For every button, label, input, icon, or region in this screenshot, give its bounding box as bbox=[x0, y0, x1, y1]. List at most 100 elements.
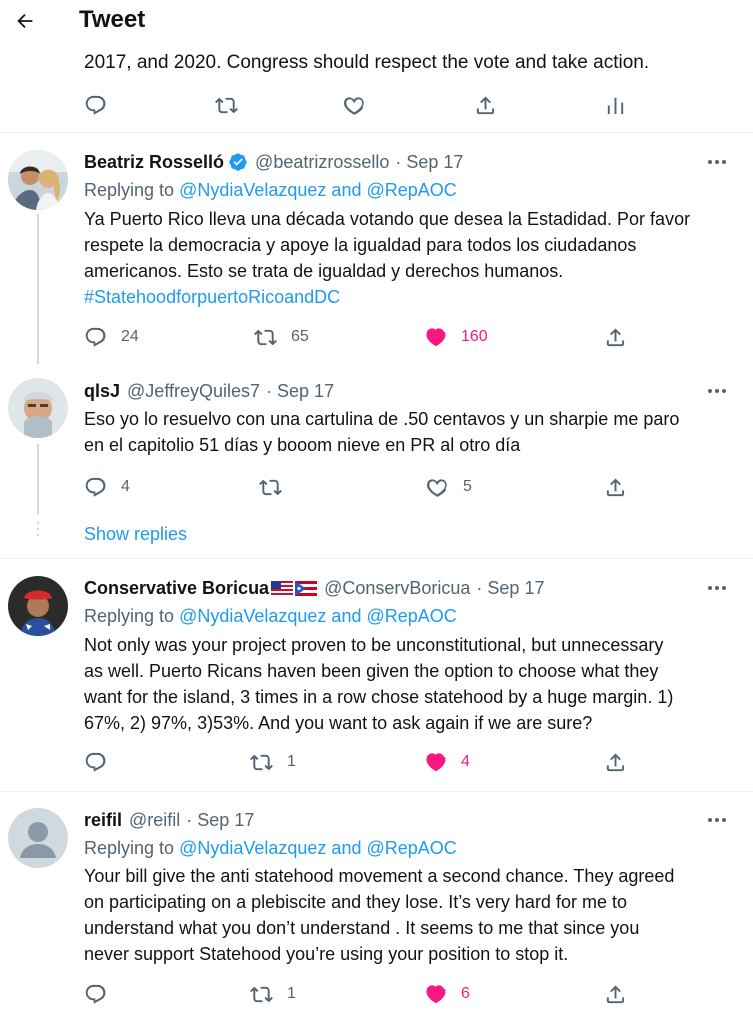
replying-to-label: Replying to bbox=[84, 838, 175, 858]
retweet-count: 65 bbox=[291, 328, 309, 345]
analytics-button[interactable] bbox=[604, 90, 627, 120]
retweet-icon bbox=[250, 754, 273, 770]
verified-icon bbox=[229, 153, 247, 171]
replying-to-link[interactable]: @NydiaVelazquez and @RepAOC bbox=[179, 180, 457, 200]
retweet-button[interactable]: 65 bbox=[254, 322, 309, 352]
reply-text-line: never support Statehood you’re using you… bbox=[84, 944, 569, 964]
like-button[interactable]: 160 bbox=[424, 322, 488, 352]
avatar[interactable] bbox=[8, 576, 68, 636]
retweet-icon bbox=[254, 329, 277, 345]
avatar[interactable] bbox=[8, 808, 68, 868]
handle[interactable]: @ConservBoricua bbox=[324, 576, 470, 600]
timestamp[interactable]: · Sep 17 bbox=[476, 576, 544, 600]
main-tweet-actions bbox=[84, 90, 629, 120]
retweet-icon bbox=[250, 986, 273, 1002]
like-count: 6 bbox=[461, 985, 470, 1002]
timestamp[interactable]: · Sep 17 bbox=[395, 150, 463, 174]
reply-text: Not only was your project proven to be u… bbox=[84, 632, 734, 736]
share-icon bbox=[606, 984, 625, 1003]
avatar[interactable] bbox=[8, 378, 68, 438]
handle[interactable]: @JeffreyQuiles7 bbox=[127, 379, 260, 403]
reply-actions: 1 6 bbox=[84, 979, 629, 1009]
like-button[interactable]: 5 bbox=[426, 472, 472, 502]
like-button[interactable]: 6 bbox=[424, 979, 470, 1009]
puerto-rico-flag-icon bbox=[295, 580, 318, 596]
reply-text-line: respete la democracia y apoye la igualda… bbox=[84, 235, 637, 255]
replying-to-link[interactable]: @NydiaVelazquez and @RepAOC bbox=[179, 838, 457, 858]
reply-text: Your bill give the anti statehood moveme… bbox=[84, 863, 734, 967]
reply-text-line: understand what you don’t understand . I… bbox=[84, 918, 640, 938]
display-name[interactable]: reifil bbox=[84, 808, 122, 832]
hashtag-link[interactable]: #StatehoodforpuertoRicoandDC bbox=[84, 284, 734, 310]
reply-button[interactable] bbox=[84, 979, 107, 1009]
retweet-button[interactable]: 1 bbox=[250, 979, 296, 1009]
handle[interactable]: @beatrizrossello bbox=[255, 150, 389, 174]
reply-button[interactable]: 24 bbox=[84, 322, 139, 352]
handle[interactable]: @reifil bbox=[129, 808, 180, 832]
analytics-icon bbox=[607, 97, 624, 114]
share-button[interactable] bbox=[604, 979, 627, 1009]
share-icon bbox=[606, 327, 625, 346]
more-icon[interactable] bbox=[705, 576, 729, 600]
share-button[interactable] bbox=[604, 472, 627, 502]
like-icon bbox=[426, 478, 447, 497]
retweet-button[interactable] bbox=[215, 90, 238, 120]
replying-to: Replying to @NydiaVelazquez and @RepAOC bbox=[84, 178, 457, 202]
reply-text: Eso yo lo resuelvo con una cartulina de … bbox=[84, 406, 734, 458]
like-button[interactable]: 4 bbox=[424, 747, 470, 777]
reply-text: Ya Puerto Rico lleva una década votando … bbox=[84, 206, 734, 310]
like-icon bbox=[426, 327, 446, 346]
display-name[interactable]: Beatriz Rosselló bbox=[84, 150, 224, 174]
timestamp[interactable]: · Sep 17 bbox=[266, 379, 334, 403]
reply-button[interactable] bbox=[84, 747, 107, 777]
reply-text-line: want for the island, 3 times in a row ch… bbox=[84, 687, 674, 707]
share-button[interactable] bbox=[604, 747, 627, 777]
show-replies-link[interactable]: Show replies bbox=[84, 524, 187, 545]
timestamp[interactable]: · Sep 17 bbox=[186, 808, 254, 832]
retweet-button[interactable] bbox=[259, 472, 282, 502]
reply-icon bbox=[85, 752, 106, 772]
display-name[interactable]: qlsJ bbox=[84, 379, 120, 403]
reply-actions: 4 5 bbox=[84, 472, 629, 502]
display-name[interactable]: Conservative Boricua bbox=[84, 576, 269, 600]
reply-text-line: on participating on a plebiscite and the… bbox=[84, 892, 627, 912]
reply-text-line: Your bill give the anti statehood moveme… bbox=[84, 866, 675, 886]
replying-to-link[interactable]: @NydiaVelazquez and @RepAOC bbox=[179, 606, 457, 626]
reply-actions: 24 65 160 bbox=[84, 322, 629, 352]
reply-button[interactable]: 4 bbox=[84, 472, 130, 502]
replying-to: Replying to @NydiaVelazquez and @RepAOC bbox=[84, 836, 457, 860]
like-icon bbox=[343, 96, 364, 115]
like-count: 5 bbox=[463, 478, 472, 495]
more-icon[interactable] bbox=[705, 808, 729, 832]
reply-button[interactable] bbox=[84, 90, 107, 120]
thread-line bbox=[37, 444, 39, 514]
reply-count: 4 bbox=[121, 478, 130, 495]
share-icon bbox=[606, 752, 625, 771]
reply-text-line: Not only was your project proven to be u… bbox=[84, 635, 664, 655]
reply-text-line: 67%, 2) 97%, 3)53%. And you want to ask … bbox=[84, 713, 593, 733]
more-icon[interactable] bbox=[705, 150, 729, 174]
reply-header: Beatriz Rosselló @beatrizrossello · Sep … bbox=[84, 150, 463, 174]
avatar[interactable] bbox=[8, 150, 68, 210]
like-icon bbox=[426, 984, 446, 1003]
like-count: 4 bbox=[461, 753, 470, 770]
like-count: 160 bbox=[461, 328, 488, 345]
main-tweet-text: 2017, and 2020. Congress should respect … bbox=[84, 52, 650, 73]
retweet-count: 1 bbox=[287, 753, 296, 770]
reply-text-line: americanos. Esto se trata de igualdad y … bbox=[84, 261, 564, 281]
more-icon[interactable] bbox=[705, 379, 729, 403]
divider bbox=[0, 791, 753, 792]
reply-header: Conservative Boricua @ConservBoricua · S… bbox=[84, 576, 544, 600]
share-button[interactable] bbox=[474, 90, 497, 120]
like-button[interactable] bbox=[343, 90, 366, 120]
share-icon bbox=[476, 95, 495, 114]
retweet-button[interactable]: 1 bbox=[250, 747, 296, 777]
reply-icon bbox=[85, 327, 106, 347]
like-icon bbox=[426, 752, 446, 771]
top-bar: Tweet bbox=[0, 0, 753, 44]
reply-actions: 1 4 bbox=[84, 747, 629, 777]
divider bbox=[0, 132, 753, 133]
back-arrow-icon[interactable] bbox=[12, 8, 38, 34]
thread-dots bbox=[37, 522, 39, 540]
share-button[interactable] bbox=[604, 322, 627, 352]
